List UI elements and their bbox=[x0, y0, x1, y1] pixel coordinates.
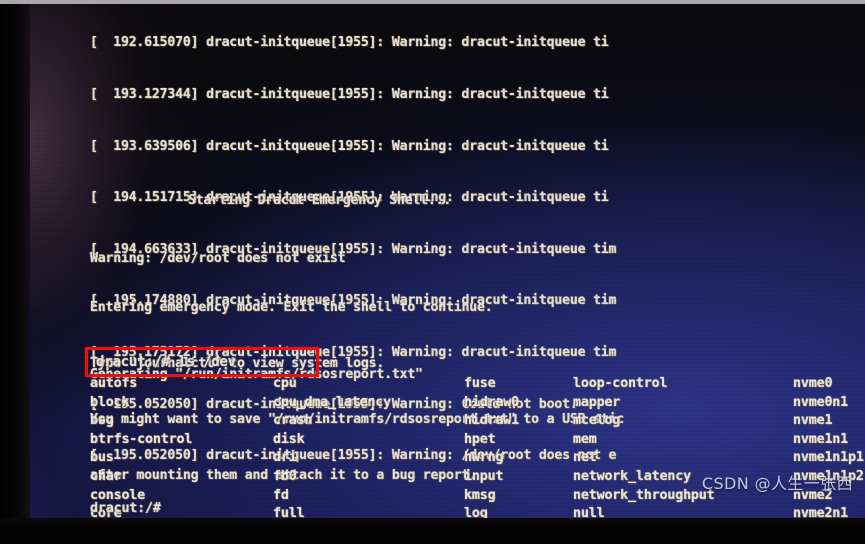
dev-column-5: nvme0 nvme0n1 nvme1 nvme1n1 nvme1n1p1 nv… bbox=[779, 375, 864, 524]
photograph-of-monitor: [ 192.615070] dracut-initqueue[1955]: Wa… bbox=[0, 0, 865, 544]
dev-entry: dri bbox=[273, 450, 297, 466]
dev-entry: fd bbox=[273, 487, 289, 503]
dev-entry: input bbox=[464, 468, 504, 484]
dev-entry: crash bbox=[273, 413, 313, 429]
dev-entry: mem bbox=[573, 431, 597, 447]
monitor-bezel-left bbox=[0, 0, 30, 544]
emergency-line: Entering emergency mode. Exit the shell … bbox=[90, 300, 493, 316]
terminal-screen: [ 192.615070] dracut-initqueue[1955]: Wa… bbox=[24, 4, 865, 524]
dev-entry: kmsg bbox=[464, 487, 496, 503]
dev-entry: btrfs-control bbox=[90, 431, 193, 447]
dev-entry: nvme1n1p1 bbox=[793, 450, 864, 466]
dev-entry: char bbox=[90, 468, 122, 484]
dev-entry: nvme0n1 bbox=[793, 394, 849, 410]
monitor-bezel-bottom bbox=[0, 518, 865, 544]
dev-entry: hidraw1 bbox=[464, 413, 520, 429]
dev-column-2: cpu cpu_dma_latency crash disk dri fb0 f… bbox=[273, 375, 464, 524]
dev-entry: block bbox=[90, 394, 130, 410]
log-line: [ 192.615070] dracut-initqueue[1955]: Wa… bbox=[90, 35, 609, 51]
dev-listing: autofs block bsg btrfs-control bus char … bbox=[90, 375, 864, 524]
dev-entry: hpet bbox=[464, 431, 496, 447]
dev-entry: mapper bbox=[573, 394, 621, 410]
dev-entry: autofs bbox=[90, 376, 138, 391]
dev-entry: loop-control bbox=[573, 376, 668, 391]
monitor-bezel-top bbox=[0, 0, 865, 4]
dev-entry: fb0 bbox=[273, 468, 297, 484]
log-line: [ 193.127344] dracut-initqueue[1955]: Wa… bbox=[90, 87, 609, 102]
dev-entry: cpu_dma_latency bbox=[273, 394, 391, 410]
dev-entry: nvme1 bbox=[793, 413, 833, 429]
red-highlight-box bbox=[85, 347, 319, 377]
shell-prompt-idle[interactable]: dracut:/# bbox=[90, 500, 161, 517]
dev-column-3: fuse hidraw0 hidraw1 hpet hwrng input km… bbox=[464, 375, 573, 524]
dev-entry: fuse bbox=[464, 376, 496, 391]
dev-column-4: loop-control mapper mcelog mem net netwo… bbox=[573, 375, 779, 524]
starting-shell-line: Starting Dracut Emergency Shell... bbox=[188, 192, 452, 208]
dev-entry: mcelog bbox=[573, 413, 621, 429]
dev-entry: cpu bbox=[273, 376, 297, 391]
csdn-watermark: CSDN @人生一张西 bbox=[701, 474, 853, 493]
dev-entry: nvme1n1 bbox=[793, 431, 849, 447]
dev-entry: bsg bbox=[90, 413, 114, 429]
dev-entry: disk bbox=[273, 431, 305, 447]
dev-entry: net bbox=[573, 450, 597, 466]
dev-entry: nvme0 bbox=[793, 376, 833, 391]
dev-entry: bus bbox=[90, 450, 114, 466]
dev-entry: hwrng bbox=[464, 450, 504, 466]
dev-entry: hidraw0 bbox=[464, 394, 520, 410]
